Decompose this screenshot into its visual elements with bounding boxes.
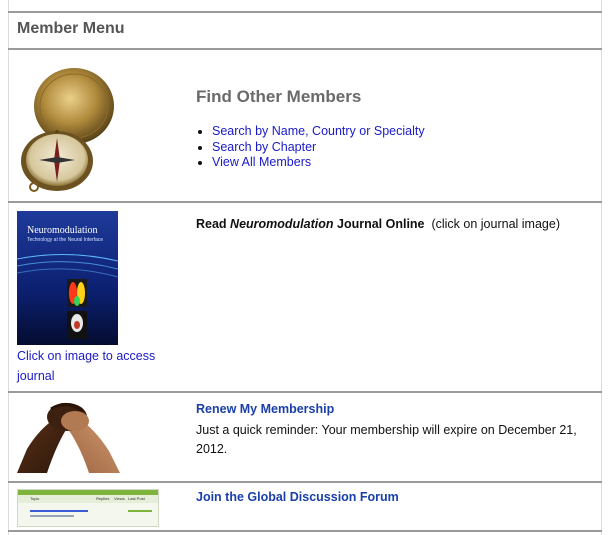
compass-image: [17, 66, 119, 194]
page-title: Member Menu: [17, 20, 125, 37]
divider: [8, 481, 602, 483]
divider: [8, 391, 602, 393]
search-by-name-link[interactable]: Search by Name, Country or Specialty: [212, 124, 425, 140]
journal-cover-title: Neuromodulation: [27, 225, 98, 236]
find-members-title: Find Other Members: [196, 87, 362, 106]
join-forum-link[interactable]: Join the Global Discussion Forum: [196, 490, 399, 504]
reminder-line-2: 2012.: [196, 442, 228, 456]
divider: [8, 11, 602, 13]
read-suffix: Journal Online: [333, 217, 425, 231]
forum-thumb-last-line: [128, 510, 152, 512]
right-border: [601, 0, 602, 535]
left-border: [8, 0, 9, 535]
forum-thumb-col-last: Last Post: [128, 496, 145, 501]
search-by-chapter-link-text[interactable]: Search by Chapter: [212, 140, 316, 154]
read-journal-heading: Read Neuromodulation Journal Online (cli…: [196, 217, 560, 231]
forum-thumb-col-replies: Replies: [96, 496, 110, 501]
forum-thumb-topic-line: [30, 510, 88, 512]
view-all-members-link[interactable]: View All Members: [212, 155, 425, 171]
divider: [8, 530, 602, 532]
membership-reminder: Just a quick reminder: Your membership w…: [196, 421, 577, 459]
journal-cover-subtitle: Technology at the Neural Interface: [27, 237, 104, 243]
divider: [8, 48, 602, 50]
forum-thumb-col-topic: Topic: [30, 496, 40, 501]
search-by-name-link-text[interactable]: Search by Name, Country or Specialty: [212, 124, 425, 138]
renew-membership-link[interactable]: Renew My Membership: [196, 402, 334, 416]
click-note: (click on journal image): [431, 217, 560, 231]
forum-thumb-topic-line: [30, 515, 74, 517]
member-menu-page: Member Menu Find Other Members Se: [0, 0, 610, 535]
forum-thumb-col-views: Views: [114, 496, 125, 501]
forum-thumbnail[interactable]: Topic Replies Views Last Post: [17, 489, 159, 527]
handshake-image: [17, 399, 120, 473]
access-journal-link-wrap: Click on image to access journal: [17, 346, 177, 386]
find-members-links: Search by Name, Country or Specialty Sea…: [196, 124, 425, 171]
divider: [8, 201, 602, 203]
search-by-chapter-link[interactable]: Search by Chapter: [212, 140, 425, 156]
journal-cover-image[interactable]: Neuromodulation Technology at the Neural…: [17, 211, 118, 345]
reminder-line-1: Just a quick reminder: Your membership w…: [196, 423, 577, 437]
forum-thumb-columns: Topic Replies Views Last Post: [18, 495, 158, 503]
access-journal-link[interactable]: Click on image to access journal: [17, 349, 155, 383]
read-prefix: Read: [196, 217, 231, 231]
view-all-members-link-text[interactable]: View All Members: [212, 155, 311, 169]
journal-name: Neuromodulation: [230, 217, 334, 231]
